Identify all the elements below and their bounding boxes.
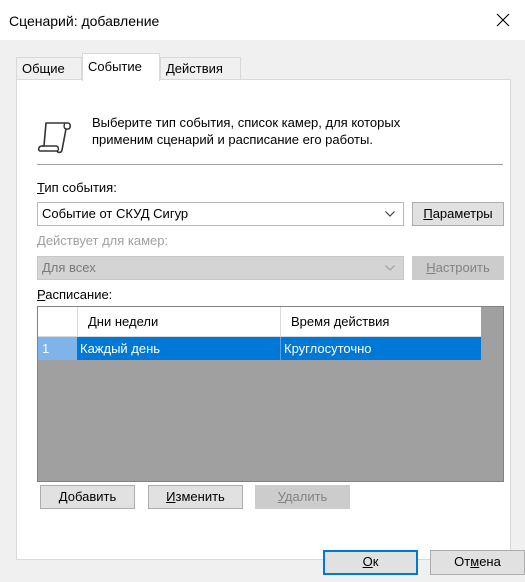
tab-general[interactable]: Общие: [16, 57, 82, 79]
tab-actions[interactable]: Действия: [160, 57, 241, 79]
chevron-down-icon: [385, 265, 395, 271]
scenario-dialog: Сценарий: добавление Общие Событие Дейст…: [0, 0, 525, 582]
close-button[interactable]: [481, 0, 525, 40]
add-button[interactable]: Добавить: [40, 485, 135, 509]
chevron-down-icon: [385, 211, 395, 217]
cell-days[interactable]: Каждый день: [77, 337, 281, 360]
ok-button[interactable]: Ок: [323, 550, 418, 575]
schedule-label: Расписание:: [37, 287, 113, 302]
tab-event[interactable]: Событие: [82, 53, 160, 81]
description-line-1: Выберите тип события, список камер, для …: [92, 115, 401, 130]
configure-button[interactable]: Настроить: [412, 256, 504, 280]
tab-actions-label: Действия: [166, 61, 223, 76]
cameras-select[interactable]: Для всех: [37, 256, 404, 280]
event-type-label: Тип события:: [37, 180, 117, 195]
description-text: Выберите тип события, список камер, для …: [92, 114, 492, 148]
window-title: Сценарий: добавление: [9, 13, 160, 29]
event-type-value: Событие от СКУД Сигур: [42, 206, 189, 221]
cameras-label: Действует для камер:: [37, 233, 169, 248]
description-line-2: применим сценарий и расписание его работ…: [92, 132, 373, 147]
edit-button[interactable]: Изменить: [148, 485, 243, 509]
schedule-grid[interactable]: Дни недели Время действия 1 Каждый день …: [37, 306, 504, 482]
event-type-select[interactable]: Событие от СКУД Сигур: [37, 202, 404, 226]
tab-general-label: Общие: [22, 61, 65, 76]
column-header-time[interactable]: Время действия: [281, 307, 481, 336]
cameras-value: Для всех: [42, 260, 96, 275]
title-bar: Сценарий: добавление: [0, 0, 525, 40]
cell-time[interactable]: Круглосуточно: [281, 337, 481, 360]
column-header-days[interactable]: Дни недели: [78, 307, 281, 336]
scroll-icon: [37, 122, 72, 154]
grid-corner: [38, 307, 78, 336]
table-row[interactable]: 1 Каждый день Круглосуточно: [38, 337, 481, 360]
row-number: 1: [38, 337, 77, 360]
close-icon: [496, 13, 510, 27]
separator: [37, 164, 503, 165]
parameters-button[interactable]: Параметры: [412, 202, 504, 226]
grid-header: Дни недели Время действия: [38, 307, 481, 337]
tab-event-label: Событие: [88, 59, 142, 74]
delete-button[interactable]: Удалить: [255, 485, 350, 509]
cancel-button[interactable]: Отмена: [430, 550, 525, 575]
